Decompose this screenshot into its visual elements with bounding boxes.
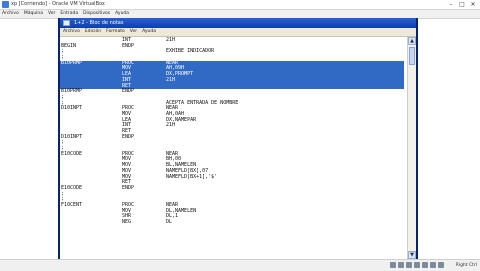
- np-menu-edicion[interactable]: Edición: [85, 28, 101, 36]
- np-menu-ver[interactable]: Ver: [130, 28, 137, 36]
- notepad-text-area[interactable]: INT 21H BEGIN ENDP; EXHIBE INDICADOR; B10PRMP…: [60, 37, 416, 259]
- close-button[interactable]: ✕: [469, 1, 477, 8]
- np-menu-ayuda[interactable]: Ayuda: [142, 28, 156, 36]
- network-icon[interactable]: [414, 262, 420, 268]
- code-line[interactable]: NEG DL: [60, 219, 404, 226]
- host-status-bar: Right Ctrl: [0, 259, 480, 271]
- notepad-window: 1+2 - Bloc de notas Archivo Edición Form…: [58, 18, 418, 259]
- guest-screen: 1+2 - Bloc de notas Archivo Edición Form…: [0, 18, 480, 259]
- notepad-title: 1+2 - Bloc de notas: [74, 20, 124, 26]
- vertical-scrollbar[interactable]: ▲ ▼: [407, 37, 416, 259]
- host-window-title: xp [Corriendo] - Oracle VM VirtualBox: [11, 1, 105, 7]
- host-title-bar: xp [Corriendo] - Oracle VM VirtualBox – …: [0, 0, 480, 10]
- menu-entrada[interactable]: Entrada: [60, 10, 78, 18]
- maximize-button[interactable]: □: [458, 1, 466, 8]
- host-window-controls: – □ ✕: [447, 1, 477, 8]
- hard-disk-icon[interactable]: [390, 262, 396, 268]
- scroll-up-arrow-icon[interactable]: ▲: [408, 37, 416, 45]
- virtualbox-app-icon: [2, 1, 9, 8]
- host-key-label: Right Ctrl: [455, 263, 477, 268]
- np-menu-formato[interactable]: Formato: [106, 28, 125, 36]
- scroll-thumb[interactable]: [409, 47, 415, 65]
- shared-folder-icon[interactable]: [422, 262, 428, 268]
- mouse-integration-icon[interactable]: [438, 262, 444, 268]
- code-mnemonic: NEG: [122, 219, 132, 225]
- code-listing[interactable]: INT 21H BEGIN ENDP; EXHIBE INDICADOR; B10PRMP…: [60, 37, 404, 226]
- code-operand: DL: [166, 219, 173, 225]
- np-menu-archivo[interactable]: Archivo: [63, 28, 80, 36]
- notepad-menu-bar: Archivo Edición Formato Ver Ayuda: [60, 28, 416, 37]
- menu-dispositivos[interactable]: Dispositivos: [83, 10, 110, 18]
- menu-ayuda[interactable]: Ayuda: [115, 10, 129, 18]
- notepad-icon: [63, 20, 70, 26]
- menu-archivo[interactable]: Archivo: [2, 10, 19, 18]
- notepad-title-bar[interactable]: 1+2 - Bloc de notas: [60, 18, 416, 28]
- minimize-button[interactable]: –: [447, 1, 455, 8]
- device-status-icons: [390, 262, 444, 268]
- usb-icon[interactable]: [406, 262, 412, 268]
- display-icon[interactable]: [430, 262, 436, 268]
- menu-ver[interactable]: Ver: [48, 10, 55, 18]
- scroll-down-arrow-icon[interactable]: ▼: [408, 251, 416, 259]
- menu-maquina[interactable]: Máquina: [24, 10, 43, 18]
- optical-drive-icon[interactable]: [398, 262, 404, 268]
